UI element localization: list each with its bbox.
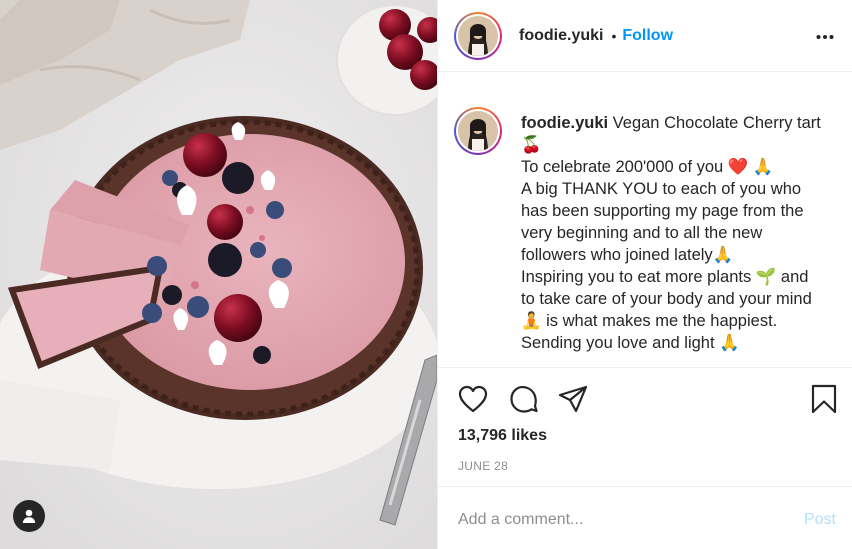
post-date[interactable]: JUNE 28: [458, 459, 508, 473]
avatar[interactable]: [454, 11, 502, 60]
follow-button[interactable]: Follow: [622, 27, 673, 45]
comment-button[interactable]: [508, 383, 540, 415]
separator-dot: •: [611, 27, 617, 44]
comment-composer: Post: [438, 486, 852, 549]
caption-body: Vegan Chocolate Cherry tart 🍒 To celebra…: [521, 114, 821, 352]
like-button[interactable]: [457, 383, 489, 415]
heart-icon: [458, 385, 488, 413]
caption-username[interactable]: foodie.yuki: [521, 114, 608, 132]
save-button[interactable]: [808, 383, 840, 415]
caption: foodie.yuki Vegan Chocolate Cherry tart …: [521, 112, 821, 354]
bookmark-icon: [811, 384, 837, 414]
comment-icon: [510, 385, 538, 413]
more-options-button[interactable]: [813, 27, 837, 47]
post-image[interactable]: [0, 0, 437, 549]
likes-count[interactable]: 13,796 likes: [458, 427, 547, 445]
share-icon: [558, 385, 588, 413]
comment-input[interactable]: [458, 509, 778, 531]
profile-photo: [458, 111, 498, 151]
more-options-icon: [816, 35, 834, 39]
caption-avatar[interactable]: [454, 107, 502, 155]
profile-photo: [458, 15, 498, 56]
post-header: foodie.yuki • Follow: [438, 0, 852, 72]
post-comment-button[interactable]: Post: [804, 511, 836, 529]
action-bar: [438, 369, 852, 425]
user-icon: [22, 509, 36, 523]
post-side-panel: foodie.yuki • Follow foodie.yuki Vegan C…: [437, 0, 852, 549]
share-button[interactable]: [557, 383, 589, 415]
tart-photo: [0, 0, 437, 549]
header-username[interactable]: foodie.yuki: [519, 27, 603, 45]
tagged-user-button[interactable]: [13, 500, 45, 532]
comments-section[interactable]: foodie.yuki Vegan Chocolate Cherry tart …: [438, 73, 852, 368]
